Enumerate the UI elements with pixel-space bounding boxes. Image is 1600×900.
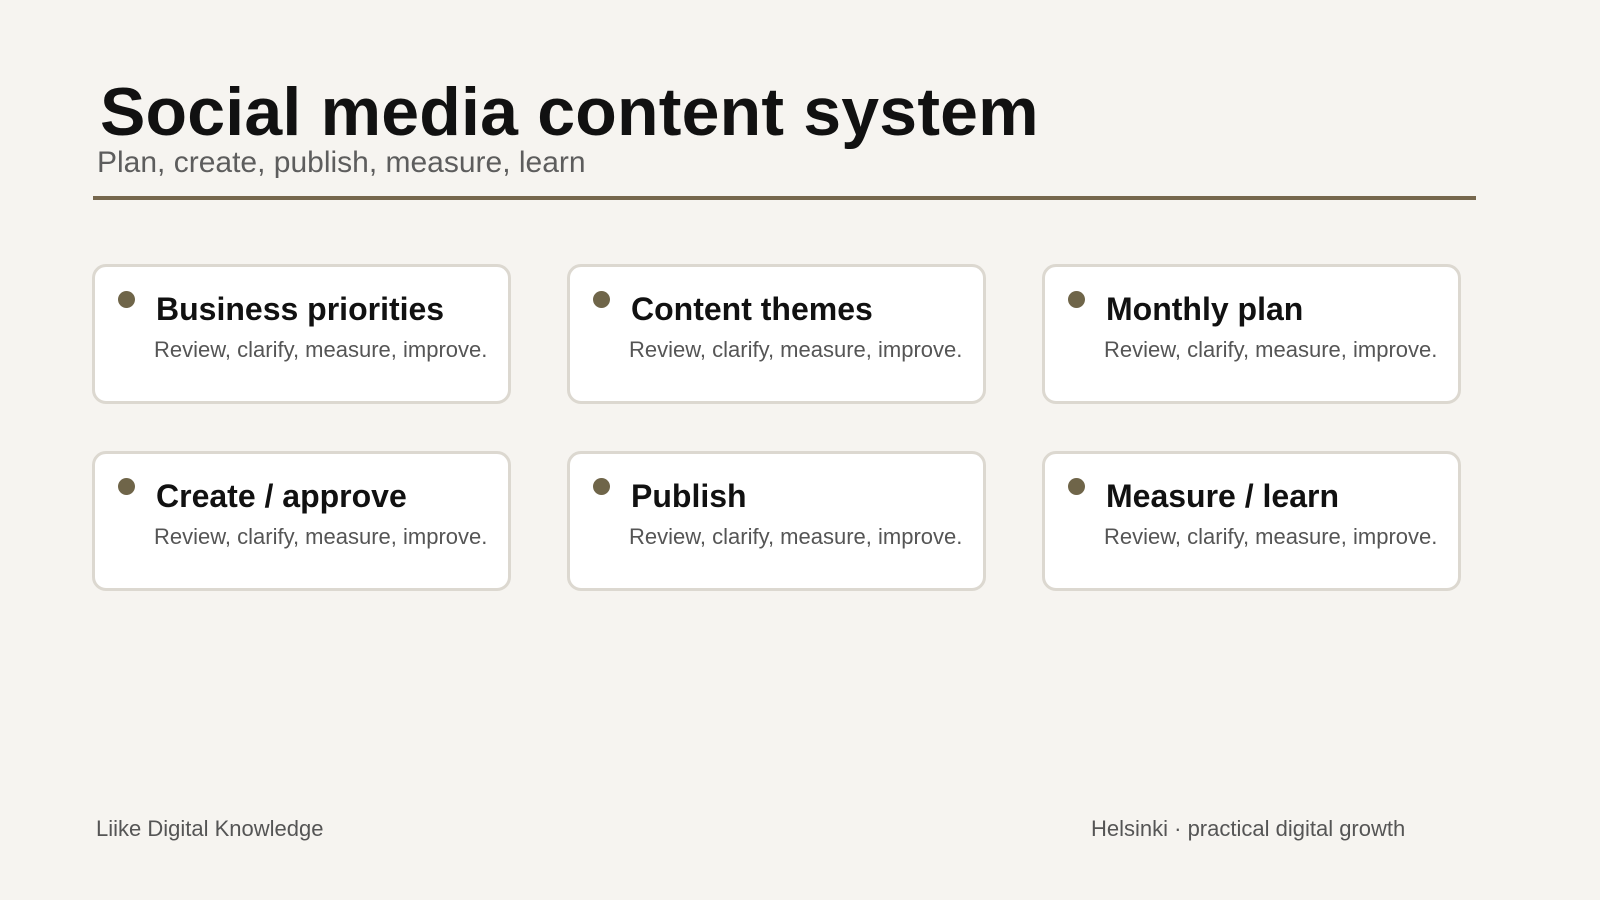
bullet-dot-icon — [593, 478, 610, 495]
page-title: Social media content system — [100, 74, 1039, 150]
card-description: Review, clarify, measure, improve. — [1104, 337, 1438, 362]
card-monthly-plan: Monthly plan Review, clarify, measure, i… — [1042, 264, 1461, 404]
card-description: Review, clarify, measure, improve. — [154, 524, 488, 549]
card-create-approve: Create / approve Review, clarify, measur… — [92, 451, 511, 591]
card-description: Review, clarify, measure, improve. — [154, 337, 488, 362]
card-content-themes: Content themes Review, clarify, measure,… — [567, 264, 986, 404]
bullet-dot-icon — [118, 291, 135, 308]
card-title: Measure / learn — [1106, 478, 1339, 514]
card-title: Content themes — [631, 291, 873, 327]
card-title: Create / approve — [156, 478, 407, 514]
footer-brand: Liike Digital Knowledge — [96, 816, 324, 841]
card-business-priorities: Business priorities Review, clarify, mea… — [92, 264, 511, 404]
card-description: Review, clarify, measure, improve. — [629, 524, 963, 549]
card-title: Monthly plan — [1106, 291, 1304, 327]
footer-tagline: Helsinki · practical digital growth — [1091, 816, 1406, 841]
bullet-dot-icon — [593, 291, 610, 308]
card-title: Business priorities — [156, 291, 445, 327]
card-measure-learn: Measure / learn Review, clarify, measure… — [1042, 451, 1461, 591]
bullet-dot-icon — [118, 478, 135, 495]
bullet-dot-icon — [1068, 291, 1085, 308]
header-divider — [93, 196, 1476, 200]
card-title: Publish — [631, 478, 747, 514]
page-subtitle: Plan, create, publish, measure, learn — [97, 146, 586, 179]
card-description: Review, clarify, measure, improve. — [629, 337, 963, 362]
card-description: Review, clarify, measure, improve. — [1104, 524, 1438, 549]
bullet-dot-icon — [1068, 478, 1085, 495]
card-publish: Publish Review, clarify, measure, improv… — [567, 451, 986, 591]
